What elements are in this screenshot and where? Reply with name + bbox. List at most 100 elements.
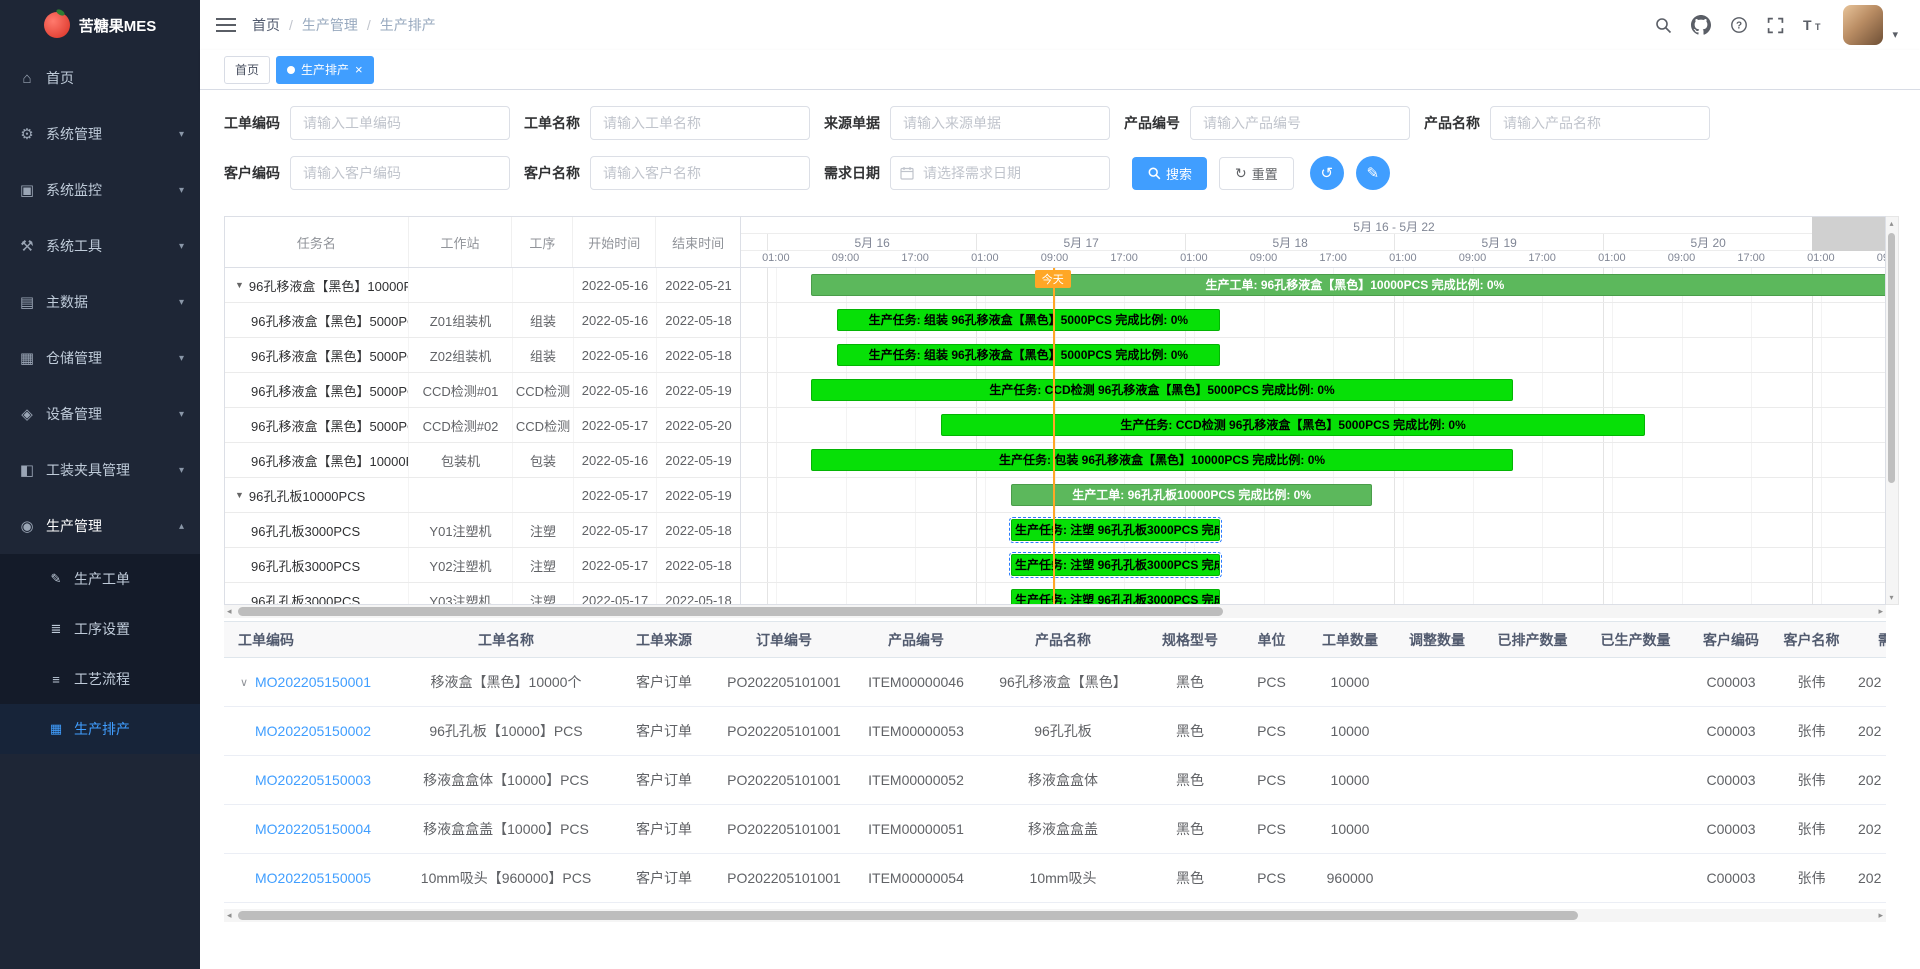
reset-button[interactable]: ↻ 重置 [1219,157,1294,190]
sidebar-item-fixture-mgmt[interactable]: ◧工装夹具管理▾ [0,442,200,498]
gantt-bar[interactable]: 生产任务: 注塑 96孔孔板3000PCS 完成比例: 0% [1011,554,1220,576]
horizontal-scroll-thumb[interactable] [238,911,1578,920]
gantt-table-row[interactable]: 96孔孔板3000PCSY02注塑机注塑2022-05-172022-05-18 [225,548,740,583]
sidebar-item-equipment-mgmt[interactable]: ◈设备管理▾ [0,386,200,442]
scroll-right-icon[interactable]: ▸ [1878,909,1883,922]
user-dropdown-caret-icon[interactable]: ▾ [1892,28,1898,45]
gantt-end-time: 2022-05-18 [657,548,740,582]
help-icon[interactable]: ? [1730,16,1748,34]
gantt-bar[interactable]: 生产任务: CCD检测 96孔移液盒【黑色】5000PCS 完成比例: 0% [941,414,1645,436]
product-code-input[interactable] [1190,106,1410,140]
sidebar-item-system-tools[interactable]: ⚒系统工具▾ [0,218,200,274]
edit-button[interactable]: ✎ [1356,156,1390,190]
table-row[interactable]: MO202205150004移液盒盒盖【10000】PCS客户订单PO20220… [224,805,1886,854]
work-order-link[interactable]: MO202205150003 [224,756,402,804]
work-order-link[interactable]: ∨MO202205150001 [224,658,402,706]
work-order-link[interactable]: MO202205150002 [224,707,402,755]
scroll-left-icon[interactable]: ◂ [227,605,232,618]
table-row[interactable]: MO202205150003移液盒盒体【10000】PCS客户订单PO20220… [224,756,1886,805]
sync-icon: ↺ [1320,164,1333,182]
avatar[interactable] [1843,5,1883,45]
sidebar-item-system-monitor[interactable]: ▣系统监控▾ [0,162,200,218]
customer-code-input[interactable] [290,156,510,190]
gantt-bar[interactable]: 生产任务: 组装 96孔移液盒【黑色】5000PCS 完成比例: 0% [837,309,1220,331]
gantt-bar[interactable]: 生产工单: 96孔移液盒【黑色】10000PCS 完成比例: 0% [811,274,1885,296]
hamburger-icon[interactable] [216,17,236,33]
gantt-table-row[interactable]: 96孔移液盒【黑色】5000PCSCCD检测#01CCD检测2022-05-16… [225,373,740,408]
collapse-toggle-icon[interactable]: ▼ [235,280,244,290]
work-order-link[interactable]: MO202205150005 [224,854,402,902]
gantt-bar[interactable]: 生产任务: 包装 96孔移液盒【黑色】10000PCS 完成比例: 0% [811,449,1514,471]
gantt-bar[interactable]: 生产任务: 注塑 96孔孔板3000PCS 完成比例: 0% [1011,589,1220,604]
vertical-scroll-thumb[interactable] [1888,233,1895,483]
gantt-table-row[interactable]: 96孔移液盒【黑色】10000PCS包装机包装2022-05-162022-05… [225,443,740,478]
horizontal-scroll-thumb[interactable] [238,607,1223,616]
row-expand-icon[interactable]: ∨ [240,676,248,689]
sidebar-item-system-mgmt[interactable]: ⚙系统管理▾ [0,106,200,162]
weekend-shading [1812,217,1885,251]
gantt-table-row[interactable]: 96孔移液盒【黑色】5000PCSZ01组装机组装2022-05-162022-… [225,303,740,338]
sidebar-item-home[interactable]: ⌂首页 [0,50,200,106]
cell-text: 黑色 [1176,868,1204,888]
cell-text: 张伟 [1798,868,1826,888]
customer-name-input[interactable] [590,156,810,190]
search-icon[interactable] [1654,16,1672,34]
work-order-name-input[interactable] [590,106,810,140]
sidebar-item-master-data[interactable]: ▤主数据▾ [0,274,200,330]
table-row[interactable]: ∨MO202205150001移液盒【黑色】10000个客户订单PO202205… [224,658,1886,707]
collapse-toggle-icon[interactable]: ▼ [235,490,244,500]
scroll-up-icon[interactable]: ▴ [1886,219,1897,228]
gantt-table-row[interactable]: ▼96孔孔板10000PCS2022-05-172022-05-19 [225,478,740,513]
demand-date-input[interactable] [890,156,1110,190]
sidebar-subitem-work-order[interactable]: ✎生产工单 [0,554,200,604]
gantt-vertical-scrollbar[interactable]: ▴ ▾ [1886,216,1899,605]
timescale-day-label: 5月 19 [1394,234,1603,251]
orders-table: 工单编码工单名称工单来源订单编号产品编号产品名称规格型号单位工单数量调整数量已排… [224,621,1886,903]
gantt-bar[interactable]: 生产工单: 96孔孔板10000PCS 完成比例: 0% [1011,484,1372,506]
gantt-timescale: 5月 16 - 5月 22 5月 165月 175月 185月 195月 20 … [741,217,1885,268]
tab-scheduling[interactable]: 生产排产× [276,56,374,84]
table-row[interactable]: MO20220515000296孔孔板【10000】PCS客户订单PO20220… [224,707,1886,756]
work-order-code-input[interactable] [290,106,510,140]
gantt-table-row[interactable]: 96孔孔板3000PCSY03注塑机注塑2022-05-172022-05-18 [225,583,740,604]
gantt-bar[interactable]: 生产任务: 注塑 96孔孔板3000PCS 完成比例: 0% [1011,519,1220,541]
table-horizontal-scrollbar[interactable]: ◂ ▸ [224,909,1886,922]
sidebar-subitem-scheduling[interactable]: ▦生产排产 [0,704,200,754]
product-name-input[interactable] [1490,106,1710,140]
gantt-table-row[interactable]: ▼96孔移液盒【黑色】10000PCS2022-05-162022-05-21 [225,268,740,303]
gantt-bar[interactable]: 生产任务: 组装 96孔移液盒【黑色】5000PCS 完成比例: 0% [837,344,1220,366]
scroll-right-icon[interactable]: ▸ [1878,605,1883,618]
fullscreen-icon[interactable] [1767,17,1784,34]
work-order-link[interactable]: MO202205150004 [224,805,402,853]
sidebar-subitem-process-settings[interactable]: ≣工序设置 [0,604,200,654]
search-button[interactable]: 搜索 [1132,157,1207,190]
gantt-col-header: 开始时间 [573,217,656,267]
gantt-table-row[interactable]: 96孔移液盒【黑色】5000PCSZ02组装机组装2022-05-162022-… [225,338,740,373]
close-icon[interactable]: × [355,63,363,76]
sidebar-subitem-process-flow[interactable]: ≡工艺流程 [0,654,200,704]
scroll-down-icon[interactable]: ▾ [1886,593,1897,602]
sidebar-item-production-mgmt[interactable]: ◉生产管理▴ [0,498,200,554]
gantt-horizontal-scrollbar[interactable]: ◂ ▸ [224,605,1886,618]
breadcrumb-item[interactable]: 首页 [252,15,280,35]
device-icon: ◈ [16,405,38,423]
sidebar-item-warehouse-mgmt[interactable]: ▦仓储管理▾ [0,330,200,386]
timescale-days-row: 5月 165月 175月 185月 195月 20 [741,234,1885,251]
sync-button[interactable]: ↺ [1310,156,1344,190]
cell-text: ITEM00000052 [868,772,964,788]
app-logo[interactable]: 苦糖果MES [0,0,200,50]
table-cell [1584,707,1687,755]
gantt-chart: 5月 16 - 5月 22 5月 165月 175月 185月 195月 20 … [741,217,1885,604]
source-doc-input[interactable] [890,106,1110,140]
gantt-table-row[interactable]: 96孔移液盒【黑色】5000PCSCCD检测#02CCD检测2022-05-17… [225,408,740,443]
gantt-end-time: 2022-05-21 [657,268,740,302]
gantt-start-time: 2022-05-17 [574,548,657,582]
font-size-icon[interactable]: TT [1803,17,1824,33]
table-row[interactable]: MO20220515000510mm吸头【960000】PCS客户订单PO202… [224,854,1886,903]
cell-text: 202 [1858,821,1881,837]
scroll-left-icon[interactable]: ◂ [227,909,232,922]
gantt-table-row[interactable]: 96孔孔板3000PCSY01注塑机注塑2022-05-172022-05-18 [225,513,740,548]
github-icon[interactable] [1691,15,1711,35]
gantt-bar[interactable]: 生产任务: CCD检测 96孔移液盒【黑色】5000PCS 完成比例: 0% [811,379,1514,401]
tab-home[interactable]: 首页 [224,56,270,84]
